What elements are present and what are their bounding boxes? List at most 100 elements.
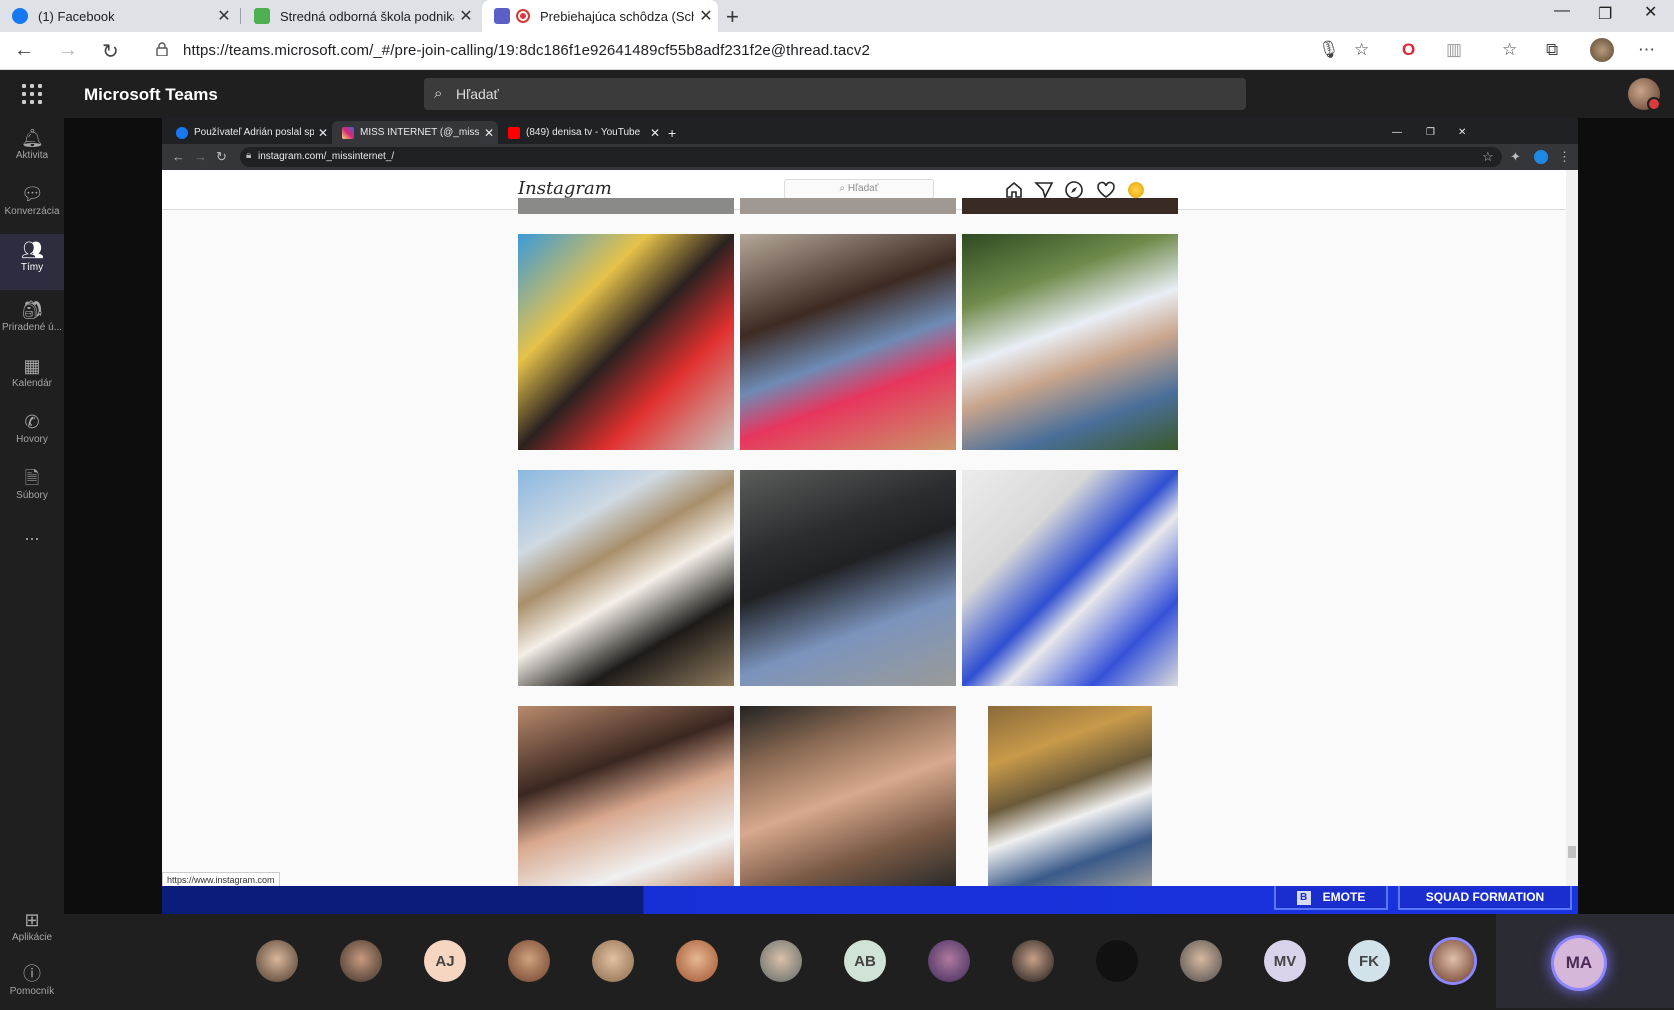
microphone-icon[interactable]: 🎙 xyxy=(1318,40,1340,60)
participant-avatar[interactable] xyxy=(760,940,802,982)
post-thumbnail[interactable] xyxy=(740,234,956,450)
extensions-icon[interactable]: ✦ xyxy=(1510,149,1521,165)
browser-tab-school[interactable]: Stredná odborná škola podnikan ✕ xyxy=(242,0,478,32)
rail-item-files[interactable]: 🗎︎ Súbory xyxy=(0,462,64,514)
participant-avatar[interactable] xyxy=(1012,940,1054,982)
post-thumbnail[interactable] xyxy=(518,470,734,686)
close-tab-icon[interactable]: ✕ xyxy=(212,6,236,26)
rail-item-teams[interactable]: 👥︎ Tímy xyxy=(0,234,64,290)
search-input[interactable]: ⌕ Hľadať xyxy=(424,78,1246,110)
close-window-icon[interactable]: ✕ xyxy=(1644,2,1657,22)
shared-url[interactable]: instagram.com/_missinternet_/ xyxy=(258,151,394,162)
post-thumbnail[interactable] xyxy=(740,198,956,214)
collections-icon[interactable]: ⧉ xyxy=(1546,40,1558,60)
participant-avatar-speaking[interactable] xyxy=(1432,940,1474,982)
rail-item-apps[interactable]: ⊞ Aplikácie xyxy=(0,904,64,956)
forward-icon[interactable]: → xyxy=(58,39,78,62)
minimize-icon[interactable]: — xyxy=(1392,121,1412,144)
back-icon[interactable]: ← xyxy=(172,149,185,164)
participant-avatar[interactable] xyxy=(1096,940,1138,982)
instagram-logo[interactable]: Instagram xyxy=(518,178,612,199)
rail-label: Aktivita xyxy=(15,150,49,161)
close-window-icon[interactable]: ✕ xyxy=(1458,121,1478,144)
reload-icon[interactable]: ↻ xyxy=(216,149,227,165)
close-tab-icon[interactable]: ✕ xyxy=(314,126,332,140)
post-thumbnail[interactable] xyxy=(962,470,1178,686)
emote-button[interactable]: B EMOTE xyxy=(1274,886,1388,910)
user-avatar[interactable] xyxy=(1628,78,1661,111)
rail-item-help[interactable]: ⓘ Pomocník xyxy=(0,958,64,1010)
participant-initials: AJ xyxy=(435,952,455,970)
favorite-add-icon[interactable]: ☆ xyxy=(1354,40,1369,60)
forward-icon[interactable]: → xyxy=(194,149,207,164)
post-thumbnail[interactable] xyxy=(740,470,956,686)
participant-avatar[interactable] xyxy=(676,940,718,982)
my-video-tile[interactable]: MA xyxy=(1496,914,1674,1008)
new-tab-button[interactable]: + xyxy=(668,121,688,144)
participant-avatar[interactable] xyxy=(256,940,298,982)
participant-avatar[interactable] xyxy=(340,940,382,982)
post-thumbnail[interactable] xyxy=(740,706,956,886)
rail-item-calls[interactable]: ✆ Hovory xyxy=(0,406,64,458)
participant-avatar[interactable] xyxy=(928,940,970,982)
explore-icon[interactable] xyxy=(1064,180,1084,200)
post-thumbnail[interactable] xyxy=(518,706,734,886)
close-tab-icon[interactable]: ✕ xyxy=(694,6,718,26)
heart-icon[interactable] xyxy=(1096,180,1116,200)
browser-tab-teams-meeting[interactable]: Prebiehajúca schôdza (Sch ✕ xyxy=(482,0,718,32)
squad-formation-button[interactable]: SQUAD FORMATION xyxy=(1398,886,1572,910)
shared-tab-facebook[interactable]: Používateľ Adrián poslal správu s ✕ xyxy=(166,121,332,144)
restore-icon[interactable]: ❐ xyxy=(1426,121,1446,144)
direct-icon[interactable] xyxy=(1034,180,1054,200)
participant-avatar[interactable] xyxy=(592,940,634,982)
profile-avatar[interactable] xyxy=(1590,38,1614,62)
post-thumbnail[interactable] xyxy=(518,198,734,214)
rail-item-chat[interactable]: 💬︎ Konverzácia xyxy=(0,178,64,230)
post-thumbnail[interactable] xyxy=(962,198,1178,214)
restore-icon[interactable]: ❐ xyxy=(1598,4,1612,24)
post-thumbnail[interactable] xyxy=(962,234,1178,450)
participant-avatar[interactable]: AB xyxy=(844,940,886,982)
youtube-icon xyxy=(508,126,520,139)
omnibox[interactable] xyxy=(240,147,1502,167)
home-icon[interactable] xyxy=(1004,180,1024,200)
favorites-icon[interactable]: ☆ xyxy=(1502,40,1517,60)
close-tab-icon[interactable]: ✕ xyxy=(454,6,478,26)
rail-label: Aplikácie xyxy=(11,932,53,943)
rail-item-activity[interactable]: 🔔︎ Aktivita xyxy=(0,122,64,174)
instagram-search[interactable]: ⌕ Hľadať xyxy=(784,179,934,199)
new-tab-button[interactable]: + xyxy=(726,4,739,30)
post-thumbnail[interactable] xyxy=(988,706,1152,886)
page-scrollbar[interactable] xyxy=(1566,170,1578,886)
profile-avatar[interactable] xyxy=(1534,150,1548,164)
rail-item-calendar[interactable]: ▦ Kalendár xyxy=(0,350,64,402)
participant-avatar[interactable]: MV xyxy=(1264,940,1306,982)
minimize-icon[interactable]: — xyxy=(1554,2,1570,20)
close-tab-icon[interactable]: ✕ xyxy=(646,126,664,140)
rail-label: Pomocník xyxy=(9,986,55,997)
rail-item-more[interactable]: ... xyxy=(0,524,64,554)
back-icon[interactable]: ← xyxy=(14,39,34,62)
participant-avatar[interactable] xyxy=(1180,940,1222,982)
phone-icon: ✆ xyxy=(24,412,40,432)
opera-extension-icon[interactable]: O xyxy=(1402,40,1415,60)
scrollbar-thumb[interactable] xyxy=(1568,846,1576,858)
menu-icon[interactable]: ⋮ xyxy=(1558,149,1571,165)
profile-icon[interactable] xyxy=(1128,182,1144,198)
tab-title: (849) denisa tv - YouTube xyxy=(526,127,641,138)
shared-tab-youtube[interactable]: (849) denisa tv - YouTube ✕ xyxy=(498,121,664,144)
app-launcher-icon[interactable] xyxy=(22,84,42,104)
browser-tab-facebook[interactable]: (1) Facebook ✕ xyxy=(0,0,236,32)
rail-item-assignments[interactable]: 🎒︎ Priradené ú... xyxy=(0,294,64,346)
participant-avatar[interactable]: AJ xyxy=(424,940,466,982)
url-field[interactable]: https://teams.microsoft.com/_#/pre-join-… xyxy=(183,42,870,59)
shared-tab-instagram[interactable]: MISS INTERNET (@_missinternet ✕ xyxy=(332,121,498,144)
bookmark-star-icon[interactable]: ☆ xyxy=(1482,149,1494,165)
reload-icon[interactable]: ↻ xyxy=(102,39,119,64)
post-thumbnail[interactable] xyxy=(518,234,734,450)
participant-avatar[interactable]: FK xyxy=(1348,940,1390,982)
more-icon[interactable]: ⋯ xyxy=(1638,40,1655,60)
participant-avatar[interactable] xyxy=(508,940,550,982)
extension-icon[interactable]: ▥ xyxy=(1446,40,1462,60)
close-tab-icon[interactable]: ✕ xyxy=(480,126,498,140)
